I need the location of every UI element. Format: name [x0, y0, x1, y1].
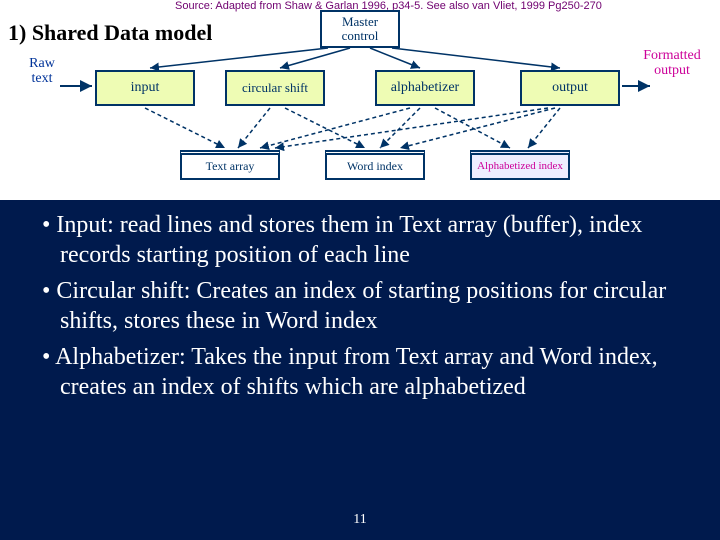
- bullet-item: Circular shift: Creates an index of star…: [20, 276, 700, 336]
- bullet-list: Input: read lines and stores them in Tex…: [20, 210, 700, 402]
- bullet-region: Input: read lines and stores them in Tex…: [0, 200, 720, 540]
- box-text-array: Text array: [180, 150, 280, 180]
- box-alphabetizer: alphabetizer: [375, 70, 475, 106]
- box-output: output: [520, 70, 620, 106]
- page-number: 11: [0, 512, 720, 528]
- box-alphabetized-index: Alphabetized index: [470, 150, 570, 180]
- bullet-item: Input: read lines and stores them in Tex…: [20, 210, 700, 270]
- bullet-item: Alphabetizer: Takes the input from Text …: [20, 342, 700, 402]
- section-title: 1) Shared Data model: [8, 20, 212, 46]
- raw-text-label: Raw text: [22, 56, 62, 87]
- diagram-region: Source: Adapted from Shaw & Garlan 1996,…: [0, 0, 720, 200]
- box-word-index: Word index: [325, 150, 425, 180]
- box-master-control: Master control: [320, 10, 400, 48]
- box-circular-shift: circular shift: [225, 70, 325, 106]
- formatted-output-label: Formatted output: [632, 48, 712, 79]
- box-input: input: [95, 70, 195, 106]
